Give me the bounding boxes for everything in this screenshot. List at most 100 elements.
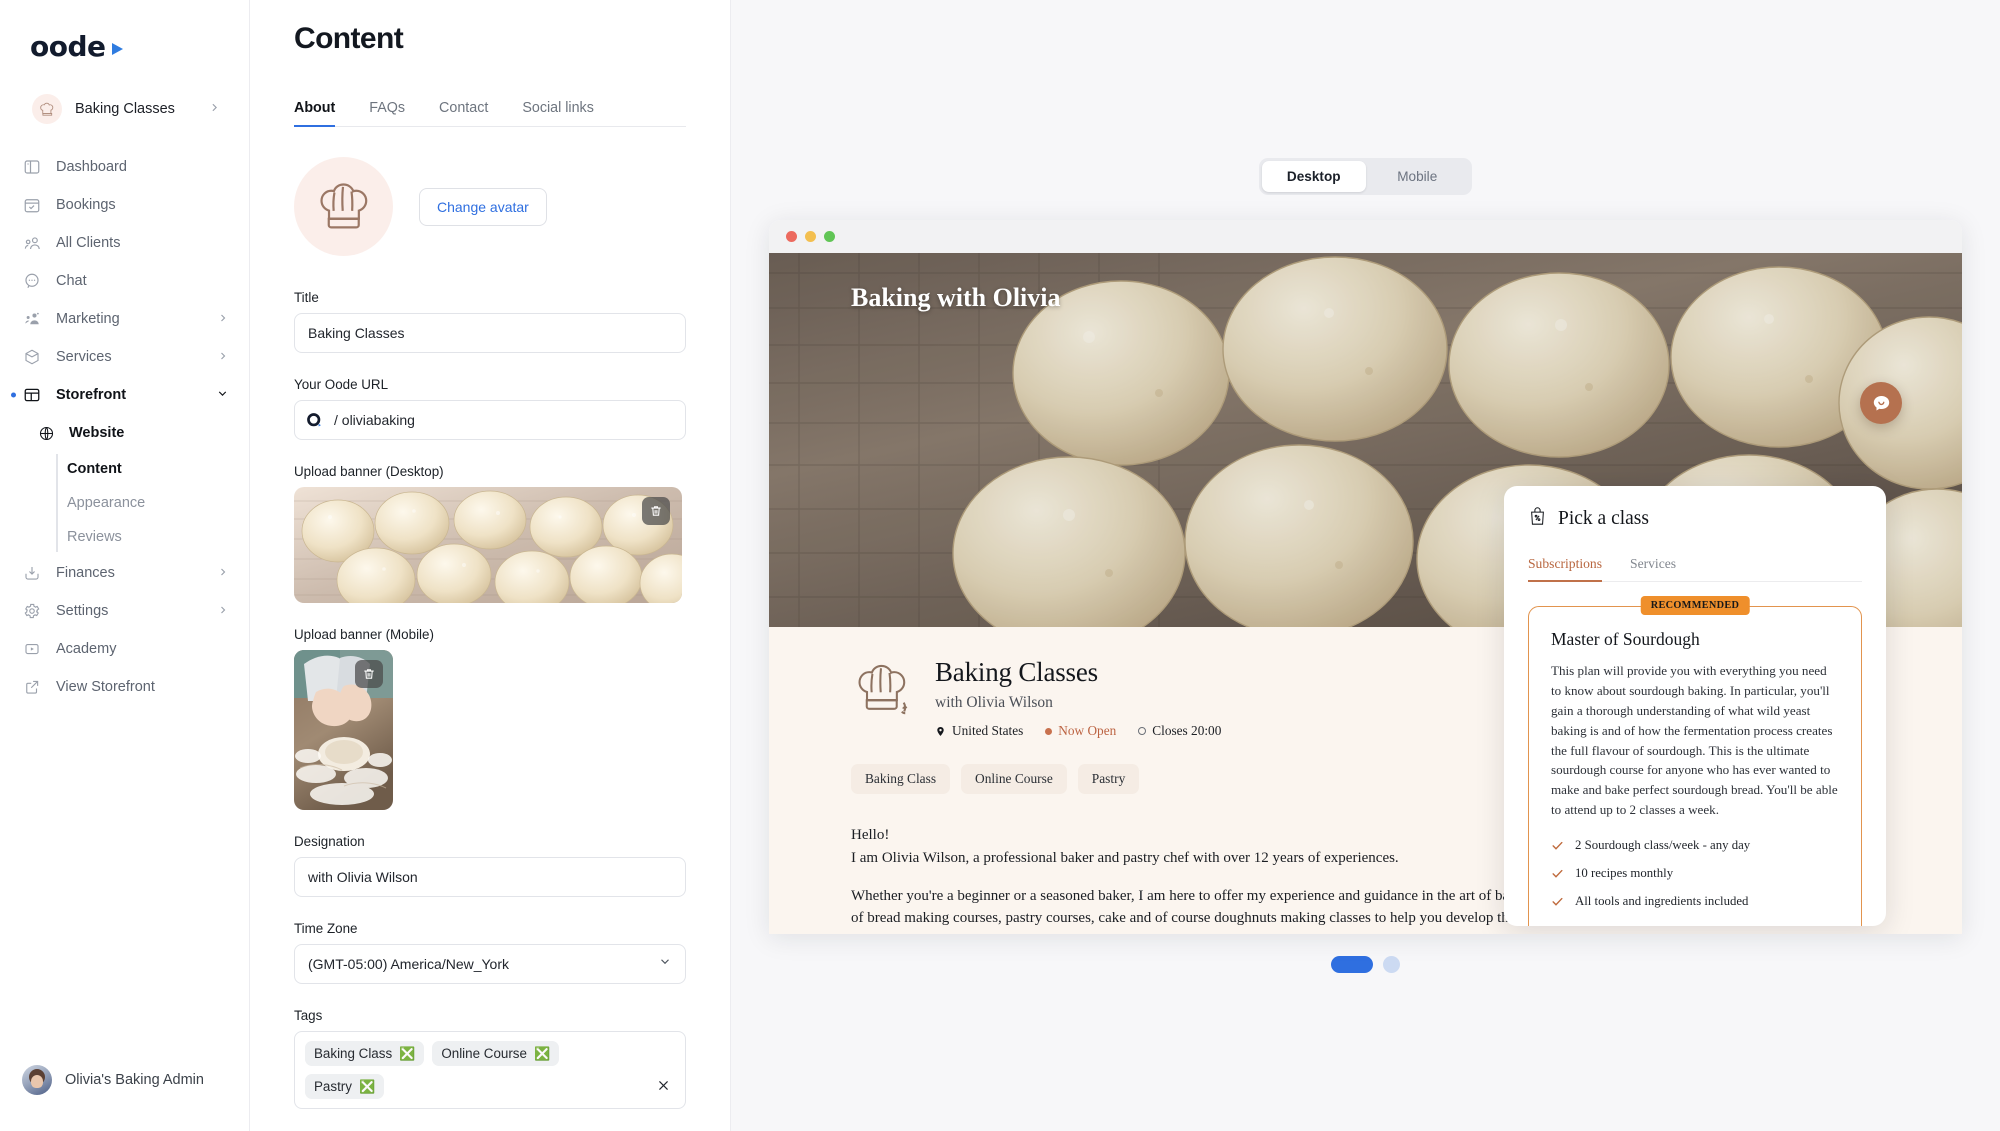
pick-card-title: Pick a class (1558, 508, 1649, 529)
sidebar-item-marketing[interactable]: Marketing (10, 300, 239, 338)
change-avatar-button[interactable]: Change avatar (419, 187, 547, 226)
sidebar-item-storefront[interactable]: Storefront (10, 376, 239, 414)
remove-tag-icon[interactable]: ❎ (399, 1047, 415, 1060)
banner-mobile-preview[interactable] (294, 650, 393, 810)
title-input[interactable] (294, 313, 686, 353)
sidebar-item-settings[interactable]: Settings (10, 592, 239, 630)
url-label: Your Oode URL (294, 377, 389, 392)
avatar (22, 1065, 52, 1095)
form-tabs: About FAQs Contact Social links (294, 100, 686, 127)
check-icon (1552, 897, 1563, 906)
tags-input[interactable]: Baking Class ❎ Online Course ❎ Pastry ❎ (294, 1031, 686, 1109)
workspace-label: Baking Classes (75, 101, 175, 117)
url-input[interactable]: / oliviabaking (294, 400, 686, 440)
megaphone-users-icon (22, 309, 42, 329)
sidebar-item-all-clients[interactable]: All Clients (10, 224, 239, 262)
globe-icon (36, 423, 56, 443)
about-greeting: Hello! (851, 827, 890, 843)
maximize-traffic-light-icon[interactable] (824, 231, 835, 242)
calendar-check-icon (22, 195, 42, 215)
close-traffic-light-icon[interactable] (786, 231, 797, 242)
designation-field-group: Designation (294, 834, 686, 897)
clock-icon (1138, 727, 1147, 735)
chat-bubble-icon (22, 271, 42, 291)
plan-feature-list: 2 Sourdough class/week - any day 10 reci… (1551, 838, 1839, 909)
sidebar-item-bookings[interactable]: Bookings (10, 186, 239, 224)
banner-desktop-group: Upload banner (Desktop) (294, 464, 686, 603)
sidebar-item-label: Finances (56, 565, 115, 581)
tab-about[interactable]: About (294, 100, 336, 127)
sidebar-item-label: Marketing (56, 311, 120, 327)
chevron-right-icon (217, 350, 229, 365)
tab-contact[interactable]: Contact (439, 100, 488, 126)
layout-icon (22, 385, 42, 405)
delete-banner-mobile-button[interactable] (355, 660, 383, 688)
tag-chip[interactable]: Pastry ❎ (305, 1074, 385, 1099)
plan-feature: 2 Sourdough class/week - any day (1551, 838, 1839, 853)
pick-a-class-card: Pick a class Subscriptions Services RECO… (1504, 486, 1886, 926)
plan-description: This plan will provide you with everythi… (1551, 663, 1838, 818)
sidebar-item-website[interactable]: Website (10, 414, 239, 452)
device-tab-desktop[interactable]: Desktop (1262, 161, 1366, 192)
play-triangle-icon (111, 42, 123, 55)
sidebar-item-chat[interactable]: Chat (10, 262, 239, 300)
sidebar-item-appearance[interactable]: Appearance (67, 486, 239, 520)
tab-services[interactable]: Services (1630, 556, 1676, 581)
tab-faqs[interactable]: FAQs (369, 100, 405, 126)
user-account-row[interactable]: Olivia's Baking Admin (10, 1057, 239, 1103)
remove-tag-icon[interactable]: ❎ (359, 1080, 375, 1093)
designation-input[interactable] (294, 857, 686, 897)
tag-chip[interactable]: Online Course ❎ (432, 1041, 560, 1066)
active-indicator-dot (11, 392, 16, 398)
oode-logo[interactable]: oode (30, 30, 249, 63)
location-pin-icon (937, 726, 944, 736)
check-icon (1552, 841, 1563, 850)
avatar-row: Change avatar (294, 157, 686, 256)
pick-card-header: Pick a class (1528, 506, 1862, 532)
minimize-traffic-light-icon[interactable] (805, 231, 816, 242)
location-label: United States (952, 723, 1024, 738)
plan-card[interactable]: RECOMMENDED Master of Sourdough This pla… (1528, 596, 1862, 926)
workspace-avatar (32, 94, 62, 124)
browser-titlebar (769, 220, 1962, 253)
chevron-right-icon (208, 101, 221, 117)
remove-tag-icon[interactable]: ❎ (534, 1047, 550, 1060)
banner-desktop-label: Upload banner (Desktop) (294, 464, 444, 479)
oode-mark-icon (304, 410, 325, 431)
sidebar-item-finances[interactable]: Finances (10, 554, 239, 592)
tags-field-group: Tags Baking Class ❎ Online Course ❎ Past… (294, 1008, 686, 1109)
sidebar-item-dashboard[interactable]: Dashboard (10, 148, 239, 186)
box-icon (22, 347, 42, 367)
profile-avatar[interactable] (294, 157, 393, 256)
sidebar-item-academy[interactable]: Academy (10, 630, 239, 668)
sidebar-item-view-storefront[interactable]: View Storefront (10, 668, 239, 706)
tag-chip[interactable]: Baking Class ❎ (305, 1041, 425, 1066)
url-value: / oliviabaking (334, 412, 415, 428)
content-form-panel: Content About FAQs Contact Social links … (250, 0, 731, 1131)
banner-desktop-image (294, 487, 682, 603)
sidebar-item-services[interactable]: Services (10, 338, 239, 376)
tab-subscriptions[interactable]: Subscriptions (1528, 556, 1603, 582)
device-tab-mobile[interactable]: Mobile (1366, 161, 1470, 192)
plan-feature-label: 2 Sourdough class/week - any day (1575, 838, 1751, 853)
pagination-dot-active[interactable] (1331, 956, 1373, 973)
sidebar-item-reviews[interactable]: Reviews (67, 520, 239, 554)
sidebar-item-content[interactable]: Content (67, 452, 239, 486)
store-closing-time: Closes 20:00 (1138, 723, 1221, 739)
preview-pagination (1331, 956, 1400, 973)
timezone-select[interactable] (294, 944, 686, 984)
clear-tags-icon[interactable] (656, 1078, 671, 1097)
sidebar-item-label: Services (56, 349, 112, 365)
pick-card-tabs: Subscriptions Services (1528, 556, 1862, 582)
plan-name: Master of Sourdough (1551, 629, 1700, 649)
title-field-group: Title (294, 290, 686, 353)
shopping-bag-percent-icon (1528, 506, 1547, 532)
tab-social-links[interactable]: Social links (522, 100, 594, 126)
banner-desktop-preview[interactable] (294, 487, 682, 603)
delete-banner-desktop-button[interactable] (642, 497, 670, 525)
timezone-label: Time Zone (294, 921, 358, 936)
pagination-dot[interactable] (1383, 956, 1400, 973)
chat-widget-button[interactable] (1860, 382, 1902, 424)
workspace-switcher[interactable]: Baking Classes (10, 84, 239, 134)
chevron-right-icon (217, 604, 229, 619)
